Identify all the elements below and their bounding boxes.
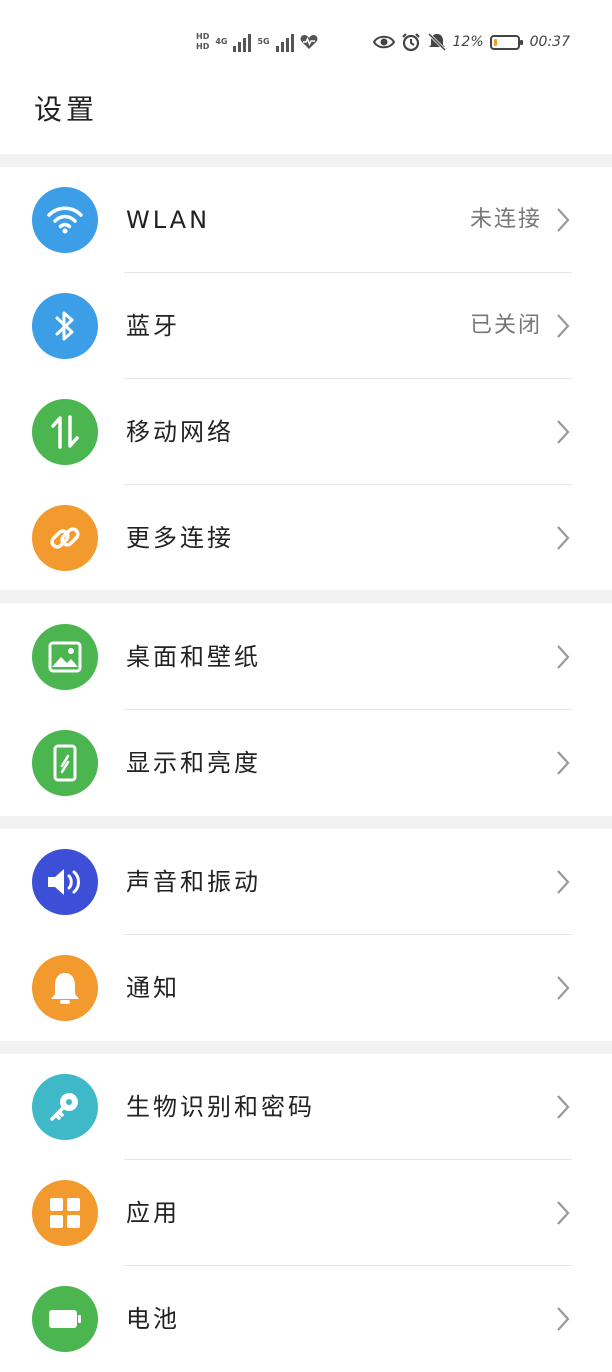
settings-item-label: 更多连接	[126, 524, 234, 552]
settings-item-bluetooth[interactable]: 蓝牙 已关闭	[0, 273, 612, 379]
settings-item-battery[interactable]: 电池	[0, 1266, 612, 1372]
settings-item-label: 显示和亮度	[126, 749, 261, 777]
chevron-right-icon	[557, 870, 570, 894]
chevron-right-icon	[557, 645, 570, 669]
alarm-icon	[401, 33, 420, 52]
image-icon	[32, 624, 98, 690]
apps-icon	[32, 1180, 98, 1246]
settings-item-value: 已关闭	[469, 313, 542, 338]
link-icon	[32, 505, 98, 571]
signal-icon	[233, 32, 252, 52]
status-right: 12% 00:37	[372, 28, 570, 56]
settings-item-home-wallpaper[interactable]: 桌面和壁纸	[0, 604, 612, 710]
display-icon	[32, 730, 98, 796]
mute-icon	[427, 32, 446, 52]
status-left: HD HD 4G 5G	[196, 28, 318, 56]
settings-item-value: 未连接	[469, 207, 542, 232]
settings-item-display-brightness[interactable]: 显示和亮度	[0, 710, 612, 816]
settings-item-label: 声音和振动	[126, 868, 261, 896]
chevron-right-icon	[557, 1201, 570, 1225]
chevron-right-icon	[557, 751, 570, 775]
settings-item-biometrics-password[interactable]: 生物识别和密码	[0, 1054, 612, 1160]
mobile-data-icon	[32, 399, 98, 465]
settings-item-sound-vibration[interactable]: 声音和振动	[0, 829, 612, 935]
hd-indicator: HD HD	[196, 33, 209, 51]
settings-item-label: 电池	[126, 1305, 180, 1333]
settings-item-mobile-network[interactable]: 移动网络	[0, 379, 612, 485]
settings-item-label: 通知	[126, 974, 180, 1002]
section-divider	[0, 590, 612, 603]
battery-icon	[489, 34, 523, 50]
section-divider	[0, 816, 612, 829]
settings-item-label: WLAN	[126, 206, 211, 234]
chevron-right-icon	[557, 208, 570, 232]
bluetooth-icon	[32, 293, 98, 359]
section-divider	[0, 1041, 612, 1054]
speaker-icon	[32, 849, 98, 915]
settings-item-label: 蓝牙	[126, 312, 180, 340]
chevron-right-icon	[557, 1307, 570, 1331]
clock: 00:37	[529, 34, 570, 50]
settings-item-wlan[interactable]: WLAN 未连接	[0, 167, 612, 273]
settings-item-label: 生物识别和密码	[126, 1093, 315, 1121]
settings-item-label: 移动网络	[126, 418, 234, 446]
settings-item-more-connections[interactable]: 更多连接	[0, 485, 612, 591]
page-title: 设置	[34, 93, 99, 126]
settings-item-notifications[interactable]: 通知	[0, 935, 612, 1041]
chevron-right-icon	[557, 314, 570, 338]
bell-icon	[32, 955, 98, 1021]
status-bar: HD HD 4G 5G 12% 00:37	[0, 0, 612, 80]
network-type-2: 5G	[257, 37, 270, 46]
settings-item-label: 应用	[126, 1199, 180, 1227]
hd-label-1: HD	[196, 32, 210, 41]
chevron-right-icon	[557, 420, 570, 444]
signal-icon-2	[275, 32, 294, 52]
heart-icon	[300, 35, 318, 49]
eye-icon	[372, 35, 395, 49]
chevron-right-icon	[557, 526, 570, 550]
battery-icon	[32, 1286, 98, 1352]
chevron-right-icon	[557, 1095, 570, 1119]
chevron-right-icon	[557, 976, 570, 1000]
section-divider	[0, 154, 612, 167]
network-type-1: 4G	[215, 37, 228, 46]
battery-percent: 12%	[452, 34, 484, 50]
wifi-icon	[32, 187, 98, 253]
hd-label-2: HD	[196, 42, 210, 51]
key-icon	[32, 1074, 98, 1140]
settings-item-apps[interactable]: 应用	[0, 1160, 612, 1266]
settings-item-label: 桌面和壁纸	[126, 643, 261, 671]
